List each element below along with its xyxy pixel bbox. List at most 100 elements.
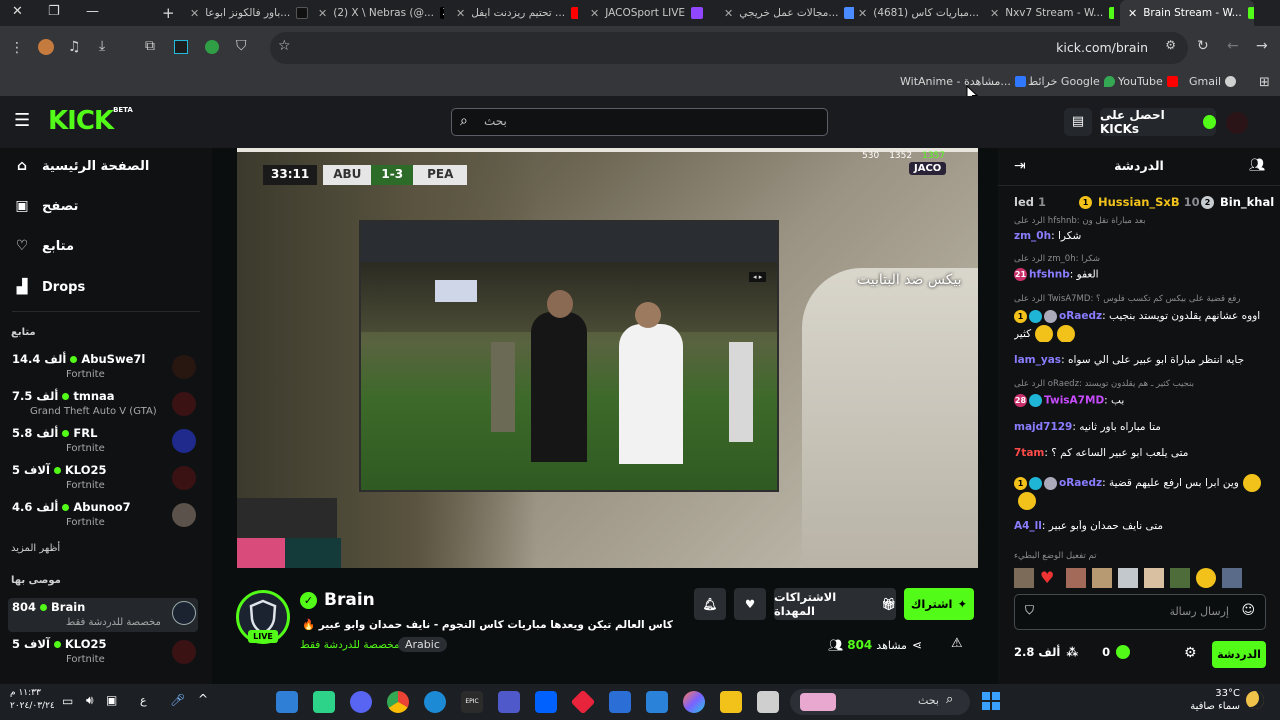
tab-0[interactable]: ✕ باور فالكونز ابوعا... [190,3,310,23]
nav-home[interactable]: ⌂ الصفحة الرئيسية [14,158,149,174]
user-avatar[interactable] [1226,112,1248,134]
app-icon[interactable] [570,689,596,715]
emoji-picker-icon[interactable]: ☺ [1241,603,1255,618]
windows-start-icon[interactable] [982,692,1000,710]
dropbox-icon[interactable] [535,691,557,713]
tab-5[interactable]: ✕ (4681) مباريات كاس... [858,3,980,23]
epic-games-icon[interactable]: EPIC [461,691,483,713]
app-icon[interactable] [313,691,335,713]
bookmark-star-icon[interactable]: ☆ [278,38,291,54]
store-icon[interactable] [646,691,668,713]
site-settings-icon[interactable]: ⚙ [1165,38,1176,52]
notification-button[interactable]: 🔔︎ [694,588,726,620]
search-input[interactable]: ⌕ بحث [451,108,828,136]
extensions-icon[interactable]: ⧉ [145,38,155,54]
chat-username[interactable]: TwisA7MD [1044,395,1104,407]
minimize-window-icon[interactable]: — [86,4,99,19]
emote-icon[interactable] [1196,568,1216,588]
language-tag[interactable]: Arabic [398,637,447,652]
copilot-icon[interactable] [683,691,705,713]
heart-emote-icon[interactable]: ♥ [1040,568,1060,588]
shield-icon[interactable]: ⛉ [236,38,247,54]
bookmark-witanime[interactable]: WitAnime - مشاهدة... [900,75,1026,88]
close-window-icon[interactable]: ✕ [12,4,23,19]
library-button[interactable]: ▤ [1064,108,1092,136]
gifted-subs-button[interactable]: الاشتراكات المهداة 🎁︎ [774,588,896,620]
vpn-extension-icon[interactable] [205,40,219,54]
chrome-icon[interactable] [387,691,409,713]
app-icon[interactable] [757,691,779,713]
tab-6[interactable]: ✕ Nxv7 Stream - W... [990,3,1114,23]
battery-icon[interactable]: ▭ [62,694,73,708]
tab-1[interactable]: ✕ (2) X \ Nebras (@... X [318,3,444,23]
app-icon[interactable] [276,691,298,713]
users-list-icon[interactable]: 👥︎ [1249,158,1266,173]
chat-username[interactable]: lam_yas [1014,354,1061,366]
bookmark-maps[interactable]: خرائط Google [1028,75,1115,88]
recommended-channel-active[interactable]: 804 Brain مخصصة للدردشة فقط [8,598,198,632]
close-tab-icon[interactable]: ✕ [590,7,599,20]
show-more-link[interactable]: أظهر المزيد [11,543,60,554]
report-icon[interactable]: ⚠ [951,636,963,651]
follow-button[interactable]: ♥ [734,588,766,620]
nav-drops[interactable]: ▟ Drops [14,279,86,295]
chat-username[interactable]: oRaedz [1059,477,1102,489]
input-language-indicator[interactable]: ع [140,694,147,707]
emote-icon[interactable] [1014,568,1034,588]
profile-avatar[interactable] [38,39,54,55]
following-channel[interactable]: 7.5 ألف tmnaa Grand Theft Auto V (GTA) [8,389,198,425]
following-channel[interactable]: 5.8 ألف FRL Fortnite [8,426,198,462]
chat-username[interactable]: majd7129 [1014,421,1072,433]
taskbar-search[interactable]: بحث ⌕ [790,689,970,715]
subscribe-button[interactable]: اشتراك ✦ [904,588,974,620]
weather-widget[interactable]: 33°C سماء صافية [1190,687,1240,713]
chat-username[interactable]: hfshnb [1029,269,1070,281]
following-channel[interactable]: 4.6 ألف Abunoo7 Fortnite [8,500,198,536]
address-bar[interactable]: ☆ kick.com/brain ⚙ [270,32,1188,64]
chat-username[interactable]: oRaedz [1059,310,1102,322]
emote-icon[interactable] [1092,568,1112,588]
close-tab-icon[interactable]: ✕ [858,7,867,20]
extension-icon[interactable] [174,40,188,54]
shield-icon[interactable]: ⛉ [1025,603,1034,618]
forward-icon[interactable]: ← [1227,38,1239,54]
send-chat-button[interactable]: الدردشة [1212,641,1266,668]
menu-dots-icon[interactable]: ⋮ [10,40,24,56]
close-tab-icon[interactable]: ✕ [990,7,999,20]
tab-4[interactable]: ✕ مجالات عمل خريجي... [724,3,854,23]
emote-icon[interactable] [1118,568,1138,588]
emote-icon[interactable] [1170,568,1190,588]
stream-category[interactable]: مخصصة للدردشة فقط [300,639,400,651]
edge-icon[interactable] [424,691,446,713]
outlook-icon[interactable] [609,691,631,713]
microphone-icon[interactable]: 🎤︎ [170,693,185,707]
network-icon[interactable]: ▣ [106,693,117,707]
close-tab-icon[interactable]: ✕ [190,7,199,20]
reload-icon[interactable]: ↻ [1197,38,1209,54]
tray-overflow-icon[interactable]: ^ [198,692,208,706]
bookmark-youtube[interactable]: YouTube [1118,75,1178,88]
nav-browse[interactable]: ▣ تصفح [14,198,78,214]
recommended-channel[interactable]: 5 آلاف KLO25 Fortnite [8,637,198,673]
back-icon[interactable]: → [1256,38,1268,54]
tab-3[interactable]: ✕ JACOSport LIVE [590,3,712,23]
file-explorer-icon[interactable] [720,691,742,713]
chat-message-input[interactable]: ⛉ إرسال رسالة ☺ [1014,594,1266,630]
following-channel[interactable]: 14.4 ألف AbuSwe7l Fortnite [8,352,198,388]
tab-2[interactable]: ✕ تحتيم ريزدنت ايفل ... [456,3,578,23]
close-tab-icon[interactable]: ✕ [724,7,733,20]
url-text[interactable]: kick.com/brain [1056,40,1148,55]
bookmark-gmail[interactable]: Gmail [1189,75,1237,88]
volume-icon[interactable]: 🔊︎ [86,693,94,708]
tab-active[interactable]: ✕ Brain Stream - W... [1120,0,1254,26]
teams-icon[interactable] [498,691,520,713]
close-tab-icon[interactable]: ✕ [318,7,327,20]
clock[interactable]: ١١:٣٣ م ٢٠٢٤/٠٣/٢٤ [10,687,55,713]
following-channel[interactable]: 5 آلاف KLO25 Fortnite [8,463,198,499]
chat-settings-icon[interactable]: ⚙ [1184,645,1197,661]
emote-icon[interactable] [1144,568,1164,588]
share-icon[interactable]: ⋖ [912,638,922,652]
discord-icon[interactable] [350,691,372,713]
video-player[interactable]: 33:11 ABU 1-3 PEA 530 1352 1357 JACO ◂ ▸… [237,148,978,568]
chat-username[interactable]: A4_ll [1014,520,1042,532]
